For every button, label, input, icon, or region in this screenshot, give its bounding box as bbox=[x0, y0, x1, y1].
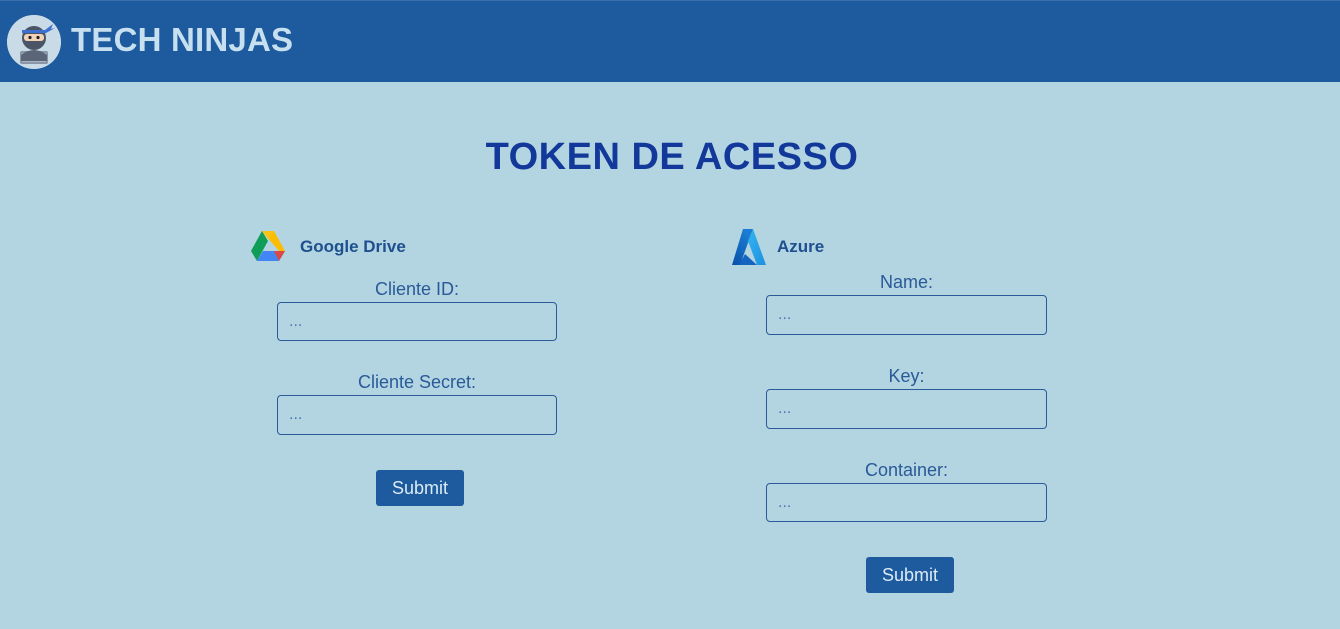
azure-name-label: Name: bbox=[879, 272, 933, 292]
google-drive-icon bbox=[250, 230, 286, 264]
client-secret-input[interactable] bbox=[277, 395, 557, 435]
azure-header: Azure bbox=[731, 228, 824, 266]
client-id-input[interactable] bbox=[277, 302, 557, 341]
azure-key-input[interactable] bbox=[766, 389, 1047, 429]
azure-title: Azure bbox=[777, 237, 825, 256]
ninja-avatar-icon[interactable] bbox=[7, 15, 61, 69]
client-secret-label: Cliente Secret: bbox=[357, 372, 477, 392]
app-title: TECH NINJAS bbox=[71, 21, 294, 58]
azure-container-label: Container: bbox=[864, 460, 949, 480]
azure-name-input[interactable] bbox=[766, 295, 1047, 335]
client-id-label: Cliente ID: bbox=[374, 279, 460, 299]
azure-icon bbox=[731, 228, 767, 266]
google-drive-header: Google Drive bbox=[250, 230, 406, 264]
top-header: TECH NINJAS bbox=[0, 0, 1340, 82]
page-title: TOKEN DE ACESSO bbox=[485, 136, 859, 178]
azure-submit-button[interactable]: Submit bbox=[866, 557, 954, 593]
google-drive-title: Google Drive bbox=[300, 237, 406, 256]
azure-key-label: Key: bbox=[888, 366, 925, 386]
azure-container-input[interactable] bbox=[766, 483, 1047, 522]
google-drive-submit-button[interactable]: Submit bbox=[376, 470, 464, 506]
